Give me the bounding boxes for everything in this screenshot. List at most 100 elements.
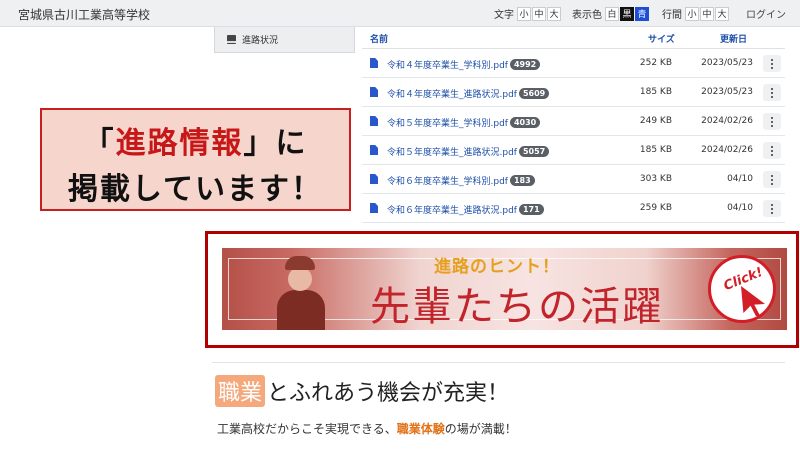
file-date: 2023/05/23 xyxy=(701,87,753,97)
file-size: 259 KB xyxy=(639,203,672,213)
kebab-menu-icon xyxy=(771,58,773,61)
file-size: 185 KB xyxy=(639,87,672,97)
file-link[interactable]: 令和４年度卒業生_進路状況.pdf 5609 xyxy=(387,87,550,100)
file-date: 2024/02/26 xyxy=(701,145,753,155)
kebab-menu-icon xyxy=(771,182,773,185)
kebab-menu-icon xyxy=(771,153,773,156)
cursor-arrow-icon xyxy=(741,286,765,316)
file-name[interactable]: 令和６年度卒業生_進路状況.pdf xyxy=(387,206,517,216)
download-count-badge: 183 xyxy=(509,175,535,186)
login-link[interactable]: ログイン xyxy=(746,6,786,21)
senpai-banner-link[interactable]: 進路のヒント！ 先輩たちの活躍 Click! xyxy=(222,248,787,330)
file-name[interactable]: 令和６年度卒業生_学科別.pdf xyxy=(387,177,508,187)
subtext-after: の場が満載！ xyxy=(444,422,517,436)
file-name[interactable]: 令和５年度卒業生_学科別.pdf xyxy=(387,119,508,129)
kebab-menu-icon xyxy=(771,95,773,98)
file-name[interactable]: 令和４年度卒業生_学科別.pdf xyxy=(387,61,508,71)
color-white-button[interactable]: 白 xyxy=(605,6,619,21)
callout-bracket-close: 」に xyxy=(243,126,308,161)
subtext-before: 工業高校だからこそ実現できる、 xyxy=(217,422,397,436)
kebab-menu-icon xyxy=(771,66,773,69)
file-link[interactable]: 令和５年度卒業生_学科別.pdf 4030 xyxy=(387,116,541,129)
sidebar-item-label: 進路状況 xyxy=(242,36,279,46)
file-link[interactable]: 令和５年度卒業生_進路状況.pdf 5057 xyxy=(387,145,550,158)
kebab-menu-icon xyxy=(771,178,773,181)
file-size: 185 KB xyxy=(639,145,672,155)
more-options-button[interactable] xyxy=(763,200,781,217)
file-date: 2024/02/26 xyxy=(701,116,753,126)
kebab-menu-icon xyxy=(771,203,773,206)
line-height-label: 行間 xyxy=(662,10,682,21)
more-options-button[interactable] xyxy=(763,113,781,130)
font-size-large-button[interactable]: 大 xyxy=(547,6,561,21)
file-size: 303 KB xyxy=(639,174,672,184)
kebab-menu-icon xyxy=(771,207,773,210)
download-count-badge: 5057 xyxy=(518,146,550,157)
file-icon xyxy=(370,174,378,184)
table-header: 名前 サイズ 更新日 xyxy=(362,27,785,49)
section-divider xyxy=(212,362,785,363)
line-height-large-button[interactable]: 大 xyxy=(715,6,729,21)
section-subtext: 工業高校だからこそ実現できる、職業体験の場が満載！ xyxy=(217,420,517,437)
file-link[interactable]: 令和４年度卒業生_学科別.pdf 4992 xyxy=(387,58,541,71)
file-icon xyxy=(370,58,378,68)
heading-highlight: 職業 xyxy=(215,375,266,407)
file-icon xyxy=(370,145,378,155)
student-face xyxy=(288,267,312,291)
column-header-size[interactable]: サイズ xyxy=(648,32,675,45)
download-count-badge: 5609 xyxy=(518,88,550,99)
header-bar: 宮城県古川工業高等学校 文字 小 中 大 表示色 白 黒 青 行間 小 中 大 … xyxy=(0,0,800,27)
font-size-medium-button[interactable]: 中 xyxy=(532,6,546,21)
kebab-menu-icon xyxy=(771,120,773,123)
kebab-menu-icon xyxy=(771,87,773,90)
line-height-medium-button[interactable]: 中 xyxy=(700,6,714,21)
color-blue-button[interactable]: 青 xyxy=(635,6,649,21)
download-count-badge: 171 xyxy=(518,204,544,215)
font-size-label: 文字 xyxy=(494,10,514,21)
subtext-highlight: 職業体験 xyxy=(396,422,445,436)
table-row: 令和４年度卒業生_進路状況.pdf 5609 185 KB 2023/05/23 xyxy=(362,78,785,107)
kebab-menu-icon xyxy=(771,91,773,94)
download-count-badge: 4030 xyxy=(509,117,541,128)
column-header-name[interactable]: 名前 xyxy=(370,32,388,45)
heading-rest: とふれあう機会が充実！ xyxy=(267,381,510,406)
more-options-button[interactable] xyxy=(763,84,781,101)
file-date: 2023/05/23 xyxy=(701,58,753,68)
font-size-small-button[interactable]: 小 xyxy=(517,6,531,21)
file-icon xyxy=(370,203,378,213)
career-info-callout: 「進路情報」に 掲載しています！ xyxy=(40,108,351,211)
kebab-menu-icon xyxy=(771,211,773,214)
table-row: 令和５年度卒業生_進路状況.pdf 5057 185 KB 2024/02/26 xyxy=(362,136,785,165)
file-date: 04/10 xyxy=(727,203,753,213)
banner-title: 先輩たちの活躍 xyxy=(370,284,664,330)
kebab-menu-icon xyxy=(771,174,773,177)
more-options-button[interactable] xyxy=(763,55,781,72)
file-icon xyxy=(370,87,378,97)
sidebar-item-career-status[interactable]: 進路状況 xyxy=(214,27,355,53)
callout-highlight: 進路情報 xyxy=(115,126,244,161)
file-date: 04/10 xyxy=(727,174,753,184)
kebab-menu-icon xyxy=(771,62,773,65)
file-icon xyxy=(370,116,378,126)
line-height-control: 行間 小 中 大 xyxy=(662,6,730,21)
more-options-button[interactable] xyxy=(763,171,781,188)
file-link[interactable]: 令和６年度卒業生_学科別.pdf 183 xyxy=(387,174,535,187)
site-title[interactable]: 宮城県古川工業高等学校 xyxy=(18,6,150,23)
column-header-updated[interactable]: 更新日 xyxy=(720,32,747,45)
banner-frame: 進路のヒント！ 先輩たちの活躍 Click! xyxy=(205,231,799,348)
kebab-menu-icon xyxy=(771,124,773,127)
color-black-button[interactable]: 黒 xyxy=(620,6,634,21)
section-heading: 職業 とふれあう機会が充実！ xyxy=(215,375,509,407)
callout-line-1: 「進路情報」に xyxy=(42,118,349,162)
callout-bracket-open: 「 xyxy=(83,126,116,161)
click-badge[interactable]: Click! xyxy=(708,255,776,323)
file-size: 252 KB xyxy=(639,58,672,68)
table-row: 令和６年度卒業生_進路状況.pdf 171 259 KB 04/10 xyxy=(362,194,785,223)
line-height-small-button[interactable]: 小 xyxy=(685,6,699,21)
file-name[interactable]: 令和４年度卒業生_進路状況.pdf xyxy=(387,90,517,100)
more-options-button[interactable] xyxy=(763,142,781,159)
file-name[interactable]: 令和５年度卒業生_進路状況.pdf xyxy=(387,148,517,158)
kebab-menu-icon xyxy=(771,116,773,119)
student-cap xyxy=(285,256,315,270)
file-link[interactable]: 令和６年度卒業生_進路状況.pdf 171 xyxy=(387,203,544,216)
